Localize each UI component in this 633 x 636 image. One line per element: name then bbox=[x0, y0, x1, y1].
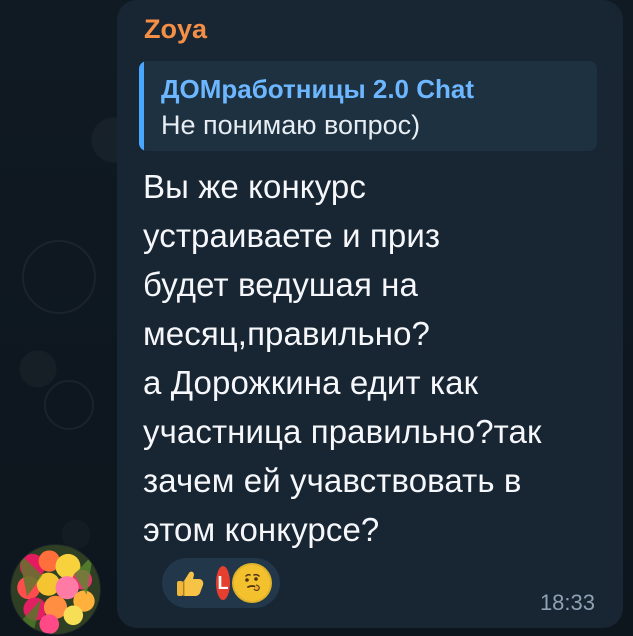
reaction-user-badge[interactable]: L bbox=[216, 566, 230, 600]
reply-title: ДОМработницы 2.0 Chat bbox=[161, 74, 475, 104]
message-line-6: участница правильно?так bbox=[143, 413, 542, 450]
reply-preview[interactable]: ДОМработницы 2.0 Chat Не понимаю вопрос) bbox=[139, 61, 597, 151]
sender-avatar[interactable] bbox=[11, 545, 100, 634]
reply-text: Не понимаю вопрос) bbox=[161, 110, 421, 140]
flowers-avatar-icon bbox=[11, 545, 100, 634]
message-line-3: будет ведушая на bbox=[143, 266, 418, 303]
reply-accent-bar bbox=[139, 61, 144, 151]
message-line-2: устраиваете и приз bbox=[143, 217, 441, 254]
message-timestamp: 18:33 bbox=[539, 590, 595, 615]
message-bubble[interactable]: Zoya ДОМработницы 2.0 Chat Не понимаю во… bbox=[117, 0, 623, 628]
message-line-7: зачем ей учавствовать в bbox=[143, 462, 522, 499]
thumbs-up-icon[interactable] bbox=[170, 563, 210, 603]
message-text: Вы же конкурс устраиваете и приз будет в… bbox=[143, 162, 593, 554]
message-line-8: этом конкурсе? bbox=[143, 511, 380, 548]
thinking-face-icon[interactable] bbox=[232, 563, 272, 603]
sender-name[interactable]: Zoya bbox=[144, 16, 207, 43]
message-line-5: а Дорожкина едит как bbox=[143, 364, 479, 401]
reaction-pill[interactable]: L bbox=[162, 558, 280, 608]
message-line-4: месяц,правильно? bbox=[143, 315, 430, 352]
message-line-1: Вы же конкурс bbox=[143, 168, 366, 205]
